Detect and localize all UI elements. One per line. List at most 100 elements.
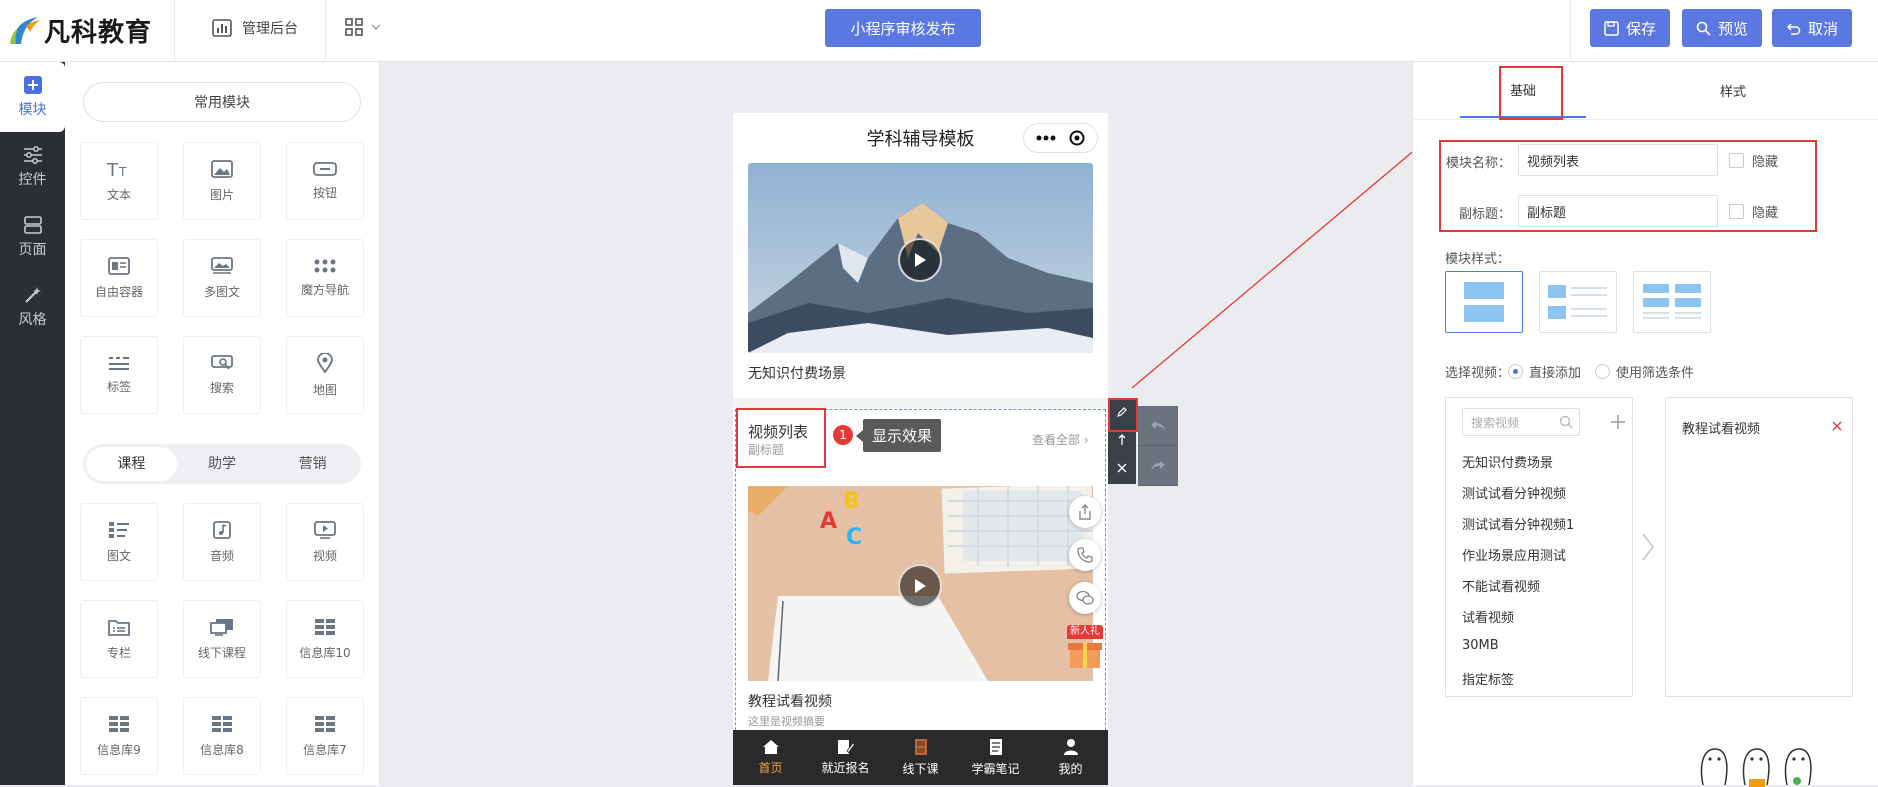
module-offline-course[interactable]: 线下课程 <box>183 600 261 678</box>
video-item[interactable]: 30MB <box>1462 638 1499 653</box>
video-search-input[interactable]: 搜索视频 <box>1462 408 1580 436</box>
tab-mine[interactable]: 我的 <box>1033 730 1108 785</box>
module-tag[interactable]: 标签 <box>80 336 158 414</box>
redo-button[interactable] <box>1138 446 1178 486</box>
save-button[interactable]: 保存 <box>1590 9 1670 47</box>
tab-nearby-signup[interactable]: 就近报名 <box>808 730 883 785</box>
wechat-button[interactable] <box>1069 582 1101 614</box>
gift-icon <box>1068 643 1102 668</box>
tab-offline-class[interactable]: 线下课 <box>883 730 958 785</box>
hide-subtitle-checkbox[interactable]: 隐藏 <box>1729 202 1778 221</box>
chat-bubbles-icon <box>1076 590 1094 605</box>
tab-course[interactable]: 课程 <box>86 447 177 481</box>
module-multi-image-text[interactable]: 多图文 <box>183 239 261 317</box>
svg-text:A: A <box>820 509 837 534</box>
module-article[interactable]: 图文 <box>80 503 158 581</box>
history-toolbar <box>1138 406 1178 486</box>
logo: 凡科教育 <box>8 10 152 50</box>
nav-item-controls[interactable]: 控件 <box>0 132 65 202</box>
video-item[interactable]: 作业场景应用测试 <box>1462 545 1566 564</box>
video-item[interactable]: 不能试看视频 <box>1462 576 1540 595</box>
selected-video-item: 教程试看视频 <box>1682 422 1761 437</box>
subtitle-input[interactable]: 副标题 <box>1518 195 1718 227</box>
module-label: 按钮 <box>312 185 337 200</box>
undo-button[interactable] <box>1138 406 1178 446</box>
module-text[interactable]: TT 文本 <box>80 142 158 220</box>
delete-module-button[interactable] <box>1108 454 1136 482</box>
module-palette: 常用模块 TT 文本 图片 按钮 自由容器 多图文 魔方导航 标签 搜索 地图 … <box>65 62 380 785</box>
radio-icon <box>1508 364 1523 379</box>
module-free-container[interactable]: 自由容器 <box>80 239 158 317</box>
notes-icon <box>989 739 1002 755</box>
module-name-label: 模块名称： <box>1445 156 1511 171</box>
style-option-large[interactable] <box>1445 271 1523 333</box>
module-audio[interactable]: 音频 <box>183 503 261 581</box>
module-info-library-7[interactable]: 信息库7 <box>286 697 364 775</box>
radio-direct-add[interactable]: 直接添加 <box>1508 362 1581 381</box>
play-icon[interactable] <box>898 564 942 608</box>
module-label: 信息库7 <box>303 742 347 757</box>
layout-grid-icon <box>1643 284 1701 319</box>
table-grid-icon <box>212 715 232 732</box>
module-column[interactable]: 专栏 <box>80 600 158 678</box>
video-item[interactable]: 试看视频 <box>1462 607 1514 626</box>
module-button[interactable]: 按钮 <box>286 142 364 220</box>
available-videos-list: 搜索视频 无知识付费场景 测试试看分钟视频 测试试看分钟视频1 作业场景应用测试… <box>1445 397 1633 697</box>
tab-assist[interactable]: 助学 <box>177 447 268 481</box>
phone-call-button[interactable] <box>1069 539 1101 571</box>
tab-style[interactable]: 样式 <box>1633 62 1833 118</box>
app-grid-menu[interactable] <box>345 18 381 36</box>
publish-button[interactable]: 小程序审核发布 <box>825 9 981 47</box>
play-icon[interactable] <box>898 238 942 282</box>
add-icon[interactable] <box>1610 414 1626 430</box>
style-option-list[interactable] <box>1539 271 1617 333</box>
new-user-gift-badge[interactable]: 新人礼 <box>1067 625 1103 669</box>
basic-tab-highlight-box <box>1499 66 1563 120</box>
cancel-button[interactable]: 取消 <box>1772 9 1852 47</box>
tab-notes[interactable]: 学霸笔记 <box>958 730 1033 785</box>
tutorial-video-thumbnail[interactable]: B A C <box>748 486 1093 681</box>
module-label: 信息库10 <box>299 645 351 660</box>
tab-marketing[interactable]: 营销 <box>267 447 358 481</box>
video-item[interactable]: 指定标签 <box>1462 669 1514 688</box>
module-video[interactable]: 视频 <box>286 503 364 581</box>
module-label: 信息库8 <box>200 742 244 757</box>
module-search[interactable]: 搜索 <box>183 336 261 414</box>
video-item[interactable]: 测试试看分钟视频1 <box>1462 514 1574 533</box>
hide-name-checkbox[interactable]: 隐藏 <box>1729 151 1778 170</box>
admin-link[interactable]: 管理后台 <box>212 18 298 38</box>
nav-item-style[interactable]: 风格 <box>0 272 65 342</box>
divider <box>1570 0 1571 62</box>
style-option-grid[interactable] <box>1633 271 1711 333</box>
image-icon <box>211 159 233 178</box>
radio-icon <box>1595 364 1610 379</box>
share-button[interactable] <box>1069 496 1101 528</box>
module-map[interactable]: 地图 <box>286 336 364 414</box>
article-icon <box>109 521 129 538</box>
module-label: 信息库9 <box>97 742 141 757</box>
module-magic-nav[interactable]: 魔方导航 <box>286 239 364 317</box>
module-info-library-9[interactable]: 信息库9 <box>80 697 158 775</box>
module-name-input[interactable]: 视频列表 <box>1518 144 1718 176</box>
view-all-label: 查看全部 <box>1032 433 1081 447</box>
preview-button[interactable]: 预览 <box>1682 9 1762 47</box>
nav-item-modules[interactable]: 模块 <box>0 62 65 132</box>
mascot-decoration-icon <box>1700 748 1812 787</box>
video-item[interactable]: 无知识付费场景 <box>1462 452 1553 471</box>
nav-item-pages[interactable]: 页面 <box>0 202 65 272</box>
module-info-library-8[interactable]: 信息库8 <box>183 697 261 775</box>
display-effect-tooltip: 显示效果 <box>856 419 941 452</box>
top-bar: 凡科教育 管理后台 小程序审核发布 保存 预览 取消 <box>0 0 1878 62</box>
view-all-link[interactable]: 查看全部 › <box>1032 431 1089 448</box>
miniprogram-capsule[interactable] <box>1023 123 1098 153</box>
divider <box>1413 119 1878 120</box>
tab-home[interactable]: 首页 <box>733 730 808 785</box>
module-style-label: 模块样式： <box>1445 252 1511 267</box>
radio-filter[interactable]: 使用筛选条件 <box>1595 362 1694 381</box>
module-image[interactable]: 图片 <box>183 142 261 220</box>
mountain-video-thumbnail[interactable] <box>748 163 1093 353</box>
module-info-library-10[interactable]: 信息库10 <box>286 600 364 678</box>
chevron-right-icon[interactable] <box>1641 532 1655 562</box>
remove-icon[interactable] <box>1832 421 1842 431</box>
video-item[interactable]: 测试试看分钟视频 <box>1462 483 1566 502</box>
